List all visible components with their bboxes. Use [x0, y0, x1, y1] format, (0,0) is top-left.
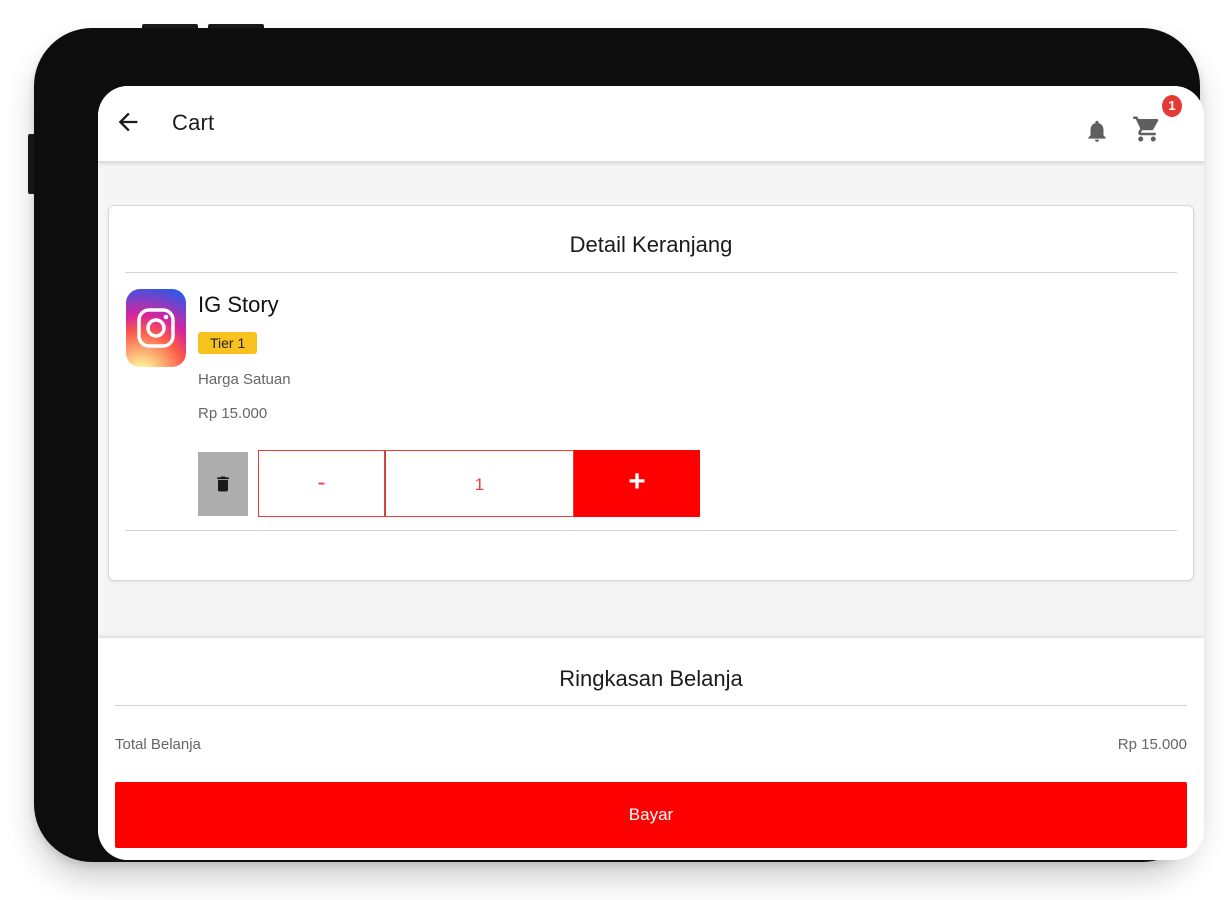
back-button[interactable]: [114, 108, 142, 136]
order-summary-panel: Ringkasan Belanja Total Belanja Rp 15.00…: [98, 637, 1204, 860]
trash-icon: [217, 476, 229, 492]
product-name: IG Story: [198, 292, 279, 317]
quantity-decrement-button[interactable]: -: [258, 450, 385, 517]
notifications-button[interactable]: [1084, 116, 1110, 146]
device-mockup: Cart 1 Detail Keranjang IG Story Tier 1 …: [0, 0, 1232, 900]
divider: [125, 272, 1177, 273]
total-value: Rp 15.000: [1117, 736, 1187, 753]
divider: [115, 705, 1187, 706]
unit-price-value: Rp 15.000: [198, 405, 268, 422]
page-title: Cart: [172, 110, 215, 135]
app-bar: Cart 1: [98, 86, 1204, 162]
cart-detail-title: Detail Keranjang: [569, 232, 733, 257]
pay-button[interactable]: Bayar: [115, 782, 1187, 848]
instagram-icon: [126, 289, 186, 367]
bell-icon: [1088, 120, 1106, 142]
quantity-increment-button[interactable]: +: [574, 450, 700, 517]
cart-icon: [1133, 116, 1159, 142]
order-summary-title: Ringkasan Belanja: [559, 666, 743, 691]
divider: [125, 530, 1177, 531]
arrow-left-icon: [118, 112, 138, 132]
tablet-frame: Cart 1 Detail Keranjang IG Story Tier 1 …: [34, 28, 1204, 862]
total-label: Total Belanja: [115, 736, 201, 753]
tier-badge: Tier 1: [198, 332, 258, 354]
instagram-glyph: [137, 308, 175, 348]
cart-count-badge: 1: [1162, 95, 1182, 117]
app-screen: Cart 1 Detail Keranjang IG Story Tier 1 …: [98, 86, 1204, 860]
unit-price-label: Harga Satuan: [198, 371, 291, 388]
cart-button[interactable]: [1132, 114, 1162, 144]
cart-detail-card: Detail Keranjang IG Story Tier 1 Harga S…: [108, 205, 1194, 581]
delete-item-button[interactable]: [198, 452, 248, 516]
quantity-field[interactable]: 1: [385, 450, 574, 517]
